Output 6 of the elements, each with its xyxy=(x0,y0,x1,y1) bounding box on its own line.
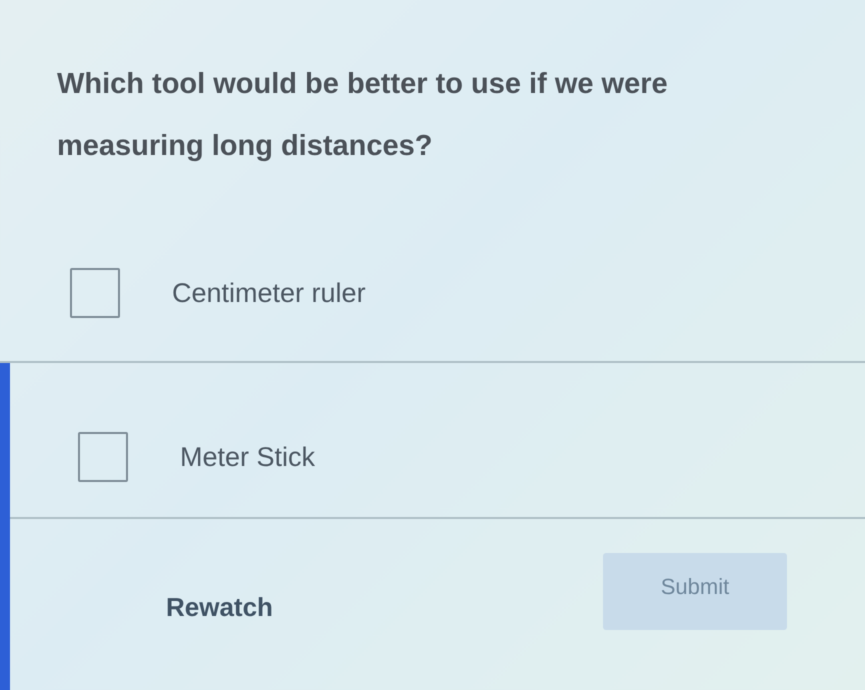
checkbox[interactable] xyxy=(70,268,120,318)
option-label[interactable]: Centimeter ruler xyxy=(172,278,366,308)
question-text: Which tool would be better to use if we were measuring long distances? xyxy=(57,67,669,164)
checkbox[interactable] xyxy=(78,432,128,482)
option-label[interactable]: Meter Stick xyxy=(180,442,316,472)
rewatch-button[interactable]: Rewatch xyxy=(166,592,273,623)
